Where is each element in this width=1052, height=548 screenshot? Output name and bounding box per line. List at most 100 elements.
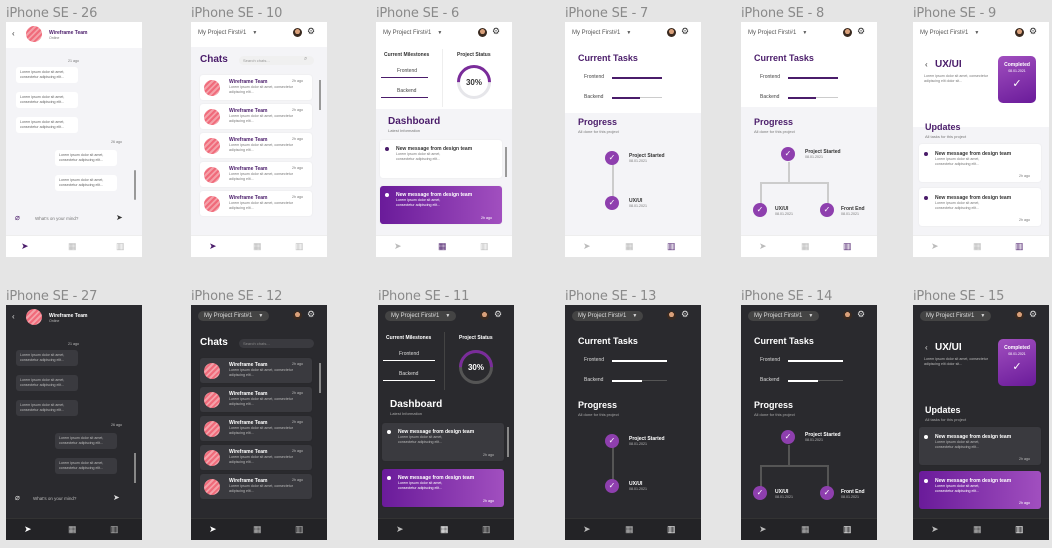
search-icon[interactable]: ⌕ [304, 56, 307, 63]
grid-nav-icon[interactable]: ▦ [973, 241, 982, 252]
search-input[interactable]: Search chats... [239, 339, 314, 348]
user-avatar[interactable] [478, 28, 487, 37]
project-select[interactable]: My Project First#1 ▼ [572, 311, 644, 321]
chat-item[interactable]: Wireframe Team 2h ago Lorem ipsum dolor si… [200, 387, 312, 412]
project-select[interactable]: My Project First#1 ▼ [920, 30, 979, 36]
grid-nav-icon[interactable]: ▦ [801, 241, 810, 252]
user-avatar[interactable] [1015, 28, 1024, 37]
user-avatar[interactable] [843, 28, 852, 37]
grid-nav-icon[interactable]: ▦ [625, 524, 634, 535]
send-nav-icon[interactable]: ➤ [759, 524, 767, 535]
grid-nav-icon[interactable]: ▦ [438, 241, 447, 252]
update-card[interactable]: New message from design team Lorem ipsum… [919, 427, 1041, 465]
chat-item[interactable]: Wireframe Team 2h ago Lorem ipsum dolor si… [200, 474, 312, 499]
attach-icon[interactable]: ⌀ [15, 493, 20, 502]
send-nav-icon[interactable]: ➤ [394, 241, 402, 252]
notification-card[interactable]: New message from design team Lorem ipsum… [380, 140, 502, 178]
message-input[interactable]: What's on your mind? [33, 496, 76, 501]
update-card-active[interactable]: New message from design team Lorem ipsum… [919, 471, 1041, 509]
chat-item[interactable]: Wireframe Team 2h ago Lorem ipsum dolor si… [200, 358, 312, 383]
grid-nav-icon[interactable]: ▦ [801, 524, 810, 535]
chat-item[interactable]: Wireframe Team 2h ago Lorem ipsum dolor si… [200, 75, 312, 100]
project-select[interactable]: My Project First#1 ▼ [572, 30, 631, 36]
chat-item[interactable]: Wireframe Team 2h ago Lorem ipsum dolor si… [200, 133, 312, 158]
chart-nav-icon[interactable]: ▥ [667, 241, 676, 252]
gear-icon[interactable]: ⚙ [307, 309, 315, 320]
gear-icon[interactable]: ⚙ [492, 26, 500, 37]
project-select[interactable]: My Project First#1 ▼ [198, 311, 270, 321]
back-icon[interactable]: ‹ [12, 29, 15, 38]
chart-nav-icon[interactable]: ▥ [480, 241, 489, 252]
send-icon[interactable]: ➤ [116, 213, 123, 222]
send-nav-icon[interactable]: ➤ [759, 241, 767, 252]
project-select[interactable]: My Project First#1 ▼ [385, 311, 457, 321]
grid-nav-icon[interactable]: ▦ [253, 524, 262, 535]
back-icon[interactable]: ‹ [12, 312, 15, 321]
user-avatar[interactable] [667, 28, 676, 37]
project-select[interactable]: My Project First#1 ▼ [748, 311, 820, 321]
chat-item[interactable]: Wireframe Team 2h ago Lorem ipsum dolor si… [200, 162, 312, 187]
message-input[interactable]: What's on your mind? [35, 216, 78, 221]
attach-icon[interactable]: ⌀ [15, 213, 20, 222]
project-select[interactable]: My Project First#1 ▼ [748, 30, 807, 36]
chart-nav-icon[interactable]: ▥ [843, 524, 852, 535]
scrollbar[interactable] [319, 363, 321, 393]
grid-nav-icon[interactable]: ▦ [973, 524, 982, 535]
send-nav-icon[interactable]: ➤ [209, 241, 217, 252]
project-select[interactable]: My Project First#1 ▼ [198, 30, 257, 36]
grid-nav-icon[interactable]: ▦ [68, 524, 77, 535]
back-icon[interactable]: ‹ [925, 343, 928, 352]
send-icon[interactable]: ➤ [113, 493, 120, 502]
user-avatar[interactable] [1015, 311, 1024, 320]
scrollbar[interactable] [507, 427, 509, 457]
update-card[interactable]: New message from design team Lorem ipsum… [919, 144, 1041, 182]
gear-icon[interactable]: ⚙ [1029, 26, 1037, 37]
scrollbar[interactable] [319, 80, 321, 110]
send-nav-icon[interactable]: ➤ [931, 524, 939, 535]
send-nav-icon[interactable]: ➤ [583, 524, 591, 535]
chat-item[interactable]: Wireframe Team 2h ago Lorem ipsum dolor si… [200, 104, 312, 129]
user-avatar[interactable] [293, 28, 302, 37]
chart-nav-icon[interactable]: ▥ [295, 241, 304, 252]
scrollbar[interactable] [134, 170, 136, 200]
search-input[interactable]: Search chats... [239, 56, 314, 65]
send-nav-icon[interactable]: ➤ [209, 524, 217, 535]
notification-card-active[interactable]: New message from design team Lorem ipsum… [382, 469, 504, 507]
update-card[interactable]: New message from design team Lorem ipsum… [919, 188, 1041, 226]
chart-nav-icon[interactable]: ▥ [843, 241, 852, 252]
chart-nav-icon[interactable]: ▥ [482, 524, 491, 535]
grid-nav-icon[interactable]: ▦ [625, 241, 634, 252]
send-nav-icon[interactable]: ➤ [583, 241, 591, 252]
chart-nav-icon[interactable]: ▥ [295, 524, 304, 535]
gear-icon[interactable]: ⚙ [857, 26, 865, 37]
chat-item[interactable]: Wireframe Team 2h ago Lorem ipsum dolor si… [200, 191, 312, 216]
grid-nav-icon[interactable]: ▦ [68, 241, 77, 252]
user-avatar[interactable] [667, 311, 676, 320]
chart-nav-icon[interactable]: ▥ [116, 241, 125, 252]
chart-nav-icon[interactable]: ▥ [1015, 524, 1024, 535]
user-avatar[interactable] [843, 311, 852, 320]
user-avatar[interactable] [293, 311, 302, 320]
send-nav-icon[interactable]: ➤ [21, 241, 29, 252]
gear-icon[interactable]: ⚙ [681, 26, 689, 37]
notification-card-active[interactable]: New message from design team Lorem ipsum… [380, 186, 502, 224]
project-select[interactable]: My Project First#1 ▼ [383, 30, 442, 36]
chart-nav-icon[interactable]: ▥ [110, 524, 119, 535]
scrollbar[interactable] [134, 453, 136, 483]
gear-icon[interactable]: ⚙ [307, 26, 315, 37]
gear-icon[interactable]: ⚙ [681, 309, 689, 320]
grid-nav-icon[interactable]: ▦ [440, 524, 449, 535]
gear-icon[interactable]: ⚙ [494, 309, 502, 320]
notification-card[interactable]: New message from design team Lorem ipsum… [382, 423, 504, 461]
grid-nav-icon[interactable]: ▦ [253, 241, 262, 252]
gear-icon[interactable]: ⚙ [1029, 309, 1037, 320]
chart-nav-icon[interactable]: ▥ [667, 524, 676, 535]
send-nav-icon[interactable]: ➤ [931, 241, 939, 252]
chart-nav-icon[interactable]: ▥ [1015, 241, 1024, 252]
gear-icon[interactable]: ⚙ [857, 309, 865, 320]
project-select[interactable]: My Project First#1 ▼ [920, 311, 992, 321]
back-icon[interactable]: ‹ [925, 60, 928, 69]
chat-item[interactable]: Wireframe Team 2h ago Lorem ipsum dolor si… [200, 416, 312, 441]
scrollbar[interactable] [505, 147, 507, 177]
user-avatar[interactable] [480, 311, 489, 320]
